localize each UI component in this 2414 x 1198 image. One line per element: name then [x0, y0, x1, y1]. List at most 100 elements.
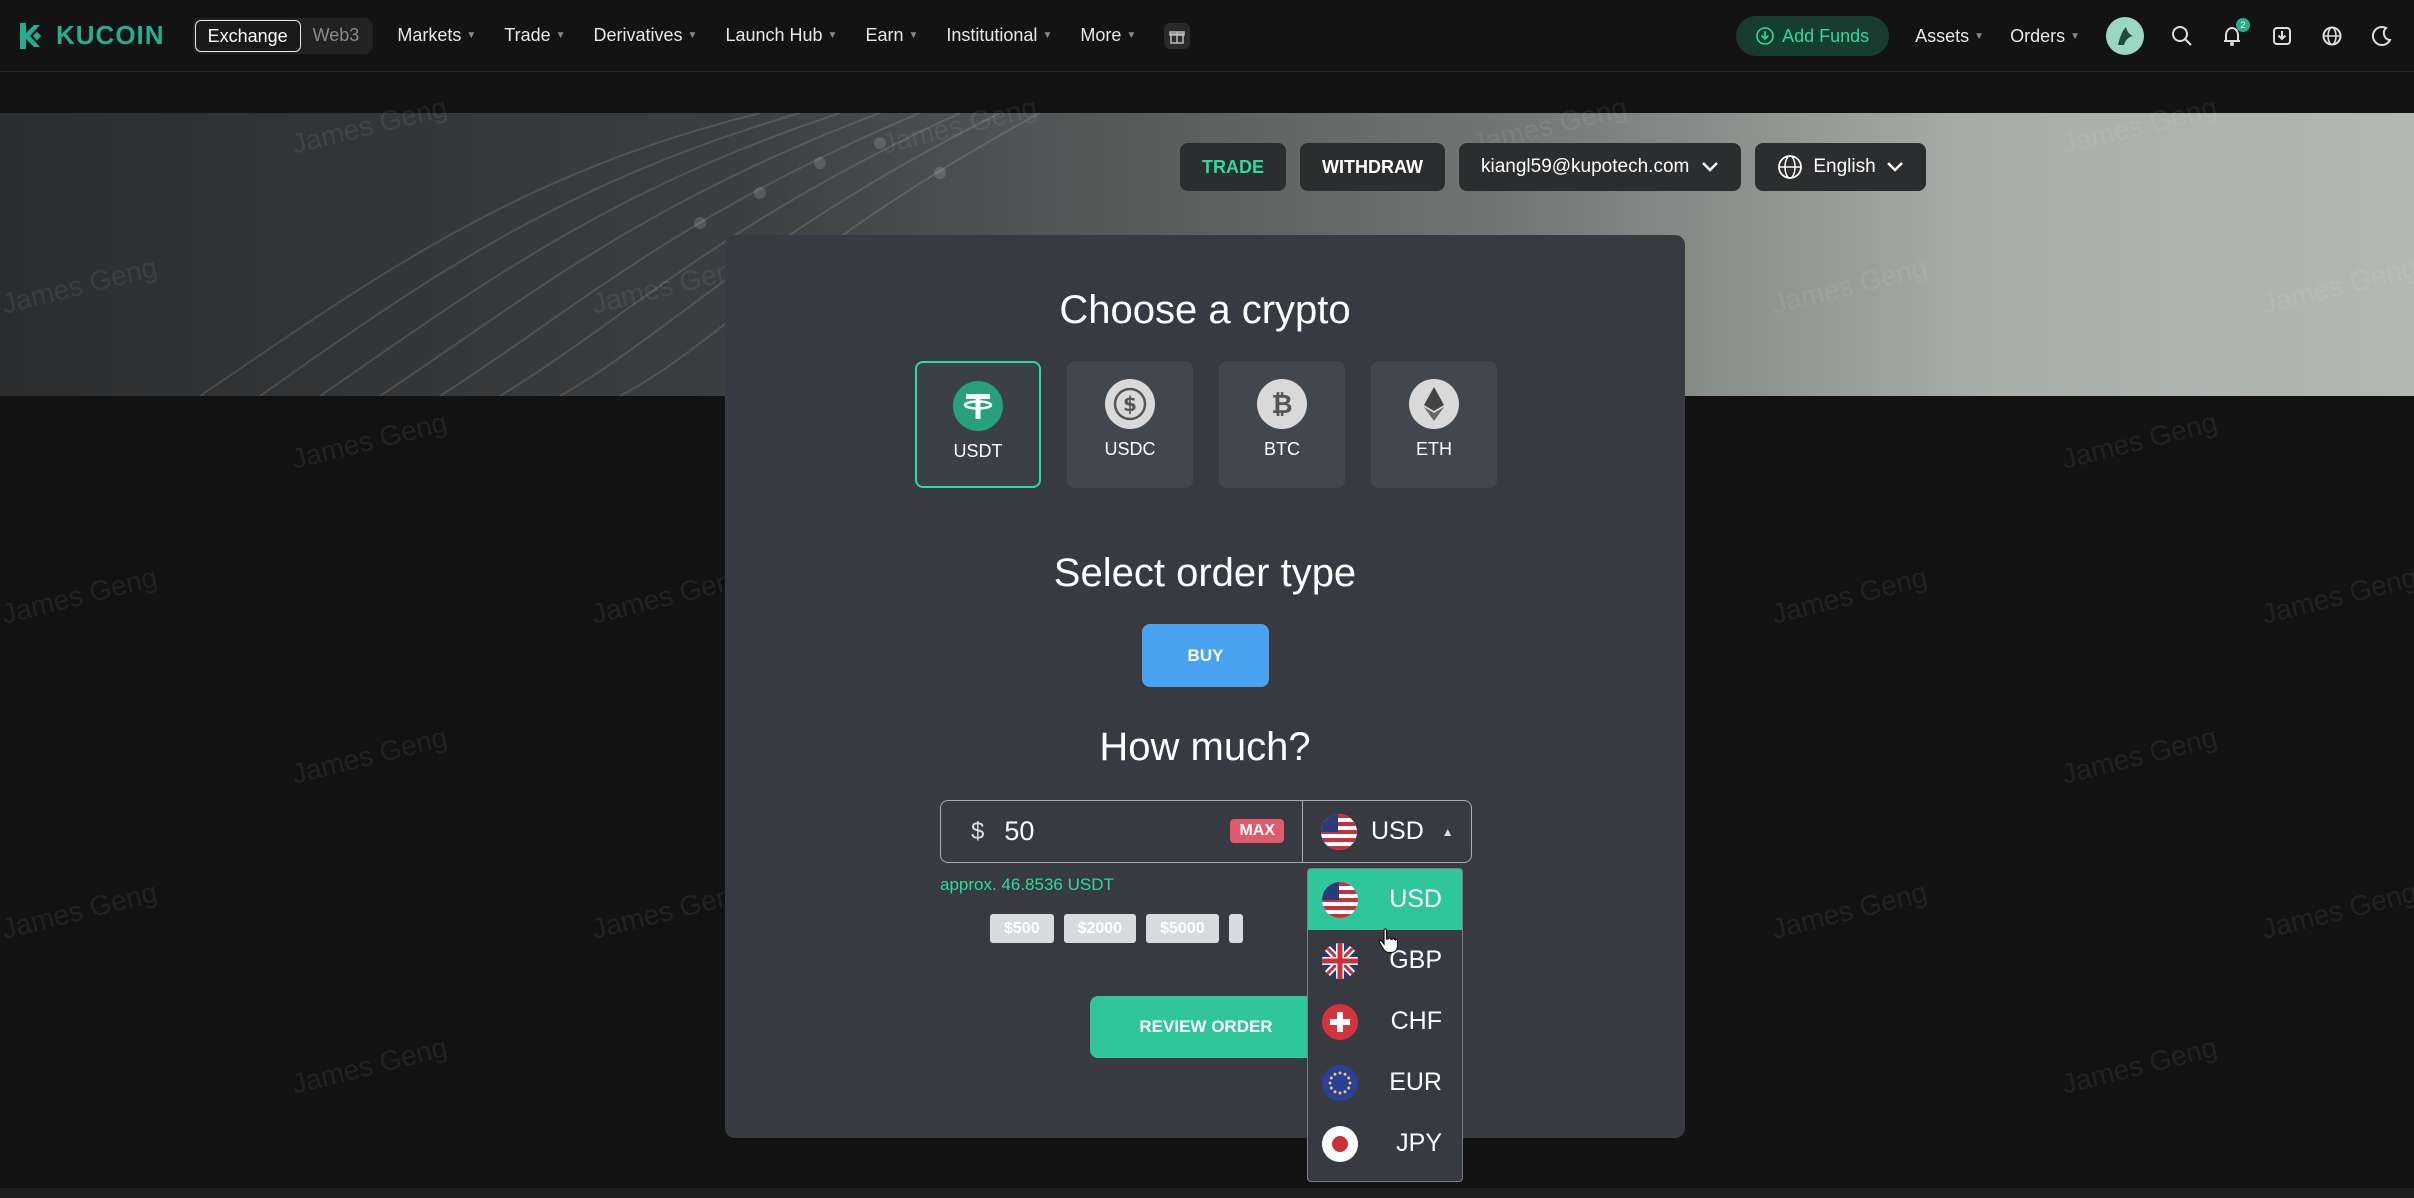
watermark: James Geng	[1768, 561, 1931, 630]
amount-input-group: $ 50 MAX USD ▲	[940, 800, 1472, 863]
nav-more[interactable]: More ▼	[1080, 25, 1136, 46]
amount-value: 50	[1004, 816, 1035, 846]
coin-option-eth[interactable]: ETH	[1371, 361, 1497, 488]
watermark: James Geng	[2058, 406, 2221, 475]
search-icon[interactable]	[2170, 24, 2194, 48]
gift-icon[interactable]	[1164, 22, 1191, 49]
bell-icon[interactable]: 2	[2220, 18, 2250, 48]
coin-label: USDC	[1104, 439, 1156, 459]
coin-label: BTC	[1264, 439, 1300, 459]
currency-option-jpy[interactable]: JPY	[1308, 1113, 1462, 1174]
nav-links: Markets ▼ Trade ▼ Derivatives ▼ Launch Hub ▼…	[397, 22, 1191, 49]
kucoin-logo[interactable]: KUCOIN	[14, 19, 165, 53]
quick-amount-5000[interactable]: $5000	[1146, 914, 1219, 943]
currency-option-usd[interactable]: USD	[1308, 869, 1462, 930]
account-email-dropdown[interactable]: kiangl59@kupotech.com	[1458, 143, 1742, 191]
download-icon	[1756, 27, 1774, 45]
nav-derivatives[interactable]: Derivatives ▼	[594, 25, 698, 46]
currency-option-label: USD	[1389, 885, 1442, 913]
watermark: James Geng	[1768, 876, 1931, 945]
moon-icon[interactable]	[2370, 24, 2394, 48]
add-funds-label: Add Funds	[1782, 25, 1870, 46]
buy-button[interactable]: BUY	[1142, 624, 1269, 687]
top-actions: TRADE WITHDRAW kiangl59@kupotech.com Eng…	[1180, 143, 1926, 191]
btc-icon: ₿	[1257, 379, 1307, 429]
coin-label: ETH	[1416, 439, 1452, 459]
swiss-flag-icon	[1322, 1003, 1358, 1040]
nav-assets-label: Assets	[1915, 25, 1970, 46]
kucoin-logo-icon	[20, 22, 42, 49]
watermark: James Geng	[2258, 561, 2414, 630]
nav-launch-hub-label: Launch Hub	[725, 25, 823, 45]
amount-input[interactable]: $ 50 MAX	[941, 801, 1303, 862]
uk-flag-icon	[1322, 942, 1358, 979]
quick-amount-hidden[interactable]	[1228, 914, 1243, 943]
quick-amount-2000[interactable]: $2000	[1063, 914, 1137, 943]
nav-right: Add Funds Assets ▼ Orders ▼ 2	[1736, 0, 2394, 72]
chevron-down-icon: ▼	[2070, 30, 2080, 42]
globe-icon[interactable]	[2320, 24, 2344, 48]
quick-amount-500[interactable]: $500	[990, 914, 1054, 943]
watermark: James Geng	[0, 876, 161, 945]
exchange-web3-switch: Exchange Web3	[192, 17, 374, 54]
avatar[interactable]	[2106, 17, 2144, 55]
app-download-icon[interactable]	[2270, 24, 2294, 48]
nav-orders[interactable]: Orders ▼	[2010, 26, 2080, 47]
japan-flag-icon	[1322, 1125, 1358, 1162]
currency-option-chf[interactable]: CHF	[1308, 991, 1462, 1052]
notification-badge: 2	[2236, 18, 2250, 32]
trade-button[interactable]: TRADE	[1180, 143, 1286, 191]
usdt-icon	[953, 381, 1003, 431]
nav-launch-hub[interactable]: Launch Hub ▼	[725, 25, 837, 46]
nav-trade[interactable]: Trade ▼	[504, 25, 565, 46]
nav-derivatives-label: Derivatives	[593, 25, 683, 45]
watermark: James Geng	[0, 561, 161, 630]
language-dropdown[interactable]: English	[1755, 143, 1926, 191]
chevron-down-icon	[1886, 162, 1903, 172]
chevron-down-icon: ▼	[466, 30, 477, 41]
how-much-title: How much?	[1099, 725, 1311, 769]
watermark: James Geng	[2058, 721, 2221, 790]
order-type-title: Select order type	[1053, 551, 1357, 595]
chevron-down-icon: ▼	[1974, 30, 1985, 42]
nav-institutional[interactable]: Institutional ▼	[946, 25, 1052, 46]
top-nav: KUCOIN Exchange Web3 Markets ▼ Trade ▼ Der…	[0, 0, 2414, 72]
add-funds-button[interactable]: Add Funds	[1736, 16, 1890, 56]
us-flag-icon	[1321, 813, 1357, 850]
max-button[interactable]: MAX	[1230, 819, 1284, 843]
watermark: James Geng	[288, 406, 451, 475]
us-flag-icon	[1322, 881, 1358, 918]
account-email: kiangl59@kupotech.com	[1480, 156, 1690, 177]
segment-web3[interactable]: Web3	[301, 20, 372, 52]
nav-assets[interactable]: Assets ▼	[1915, 26, 1984, 47]
watermark: James Geng	[288, 1031, 451, 1100]
coin-option-usdc[interactable]: $ USDC	[1067, 361, 1193, 488]
currency-option-label: CHF	[1390, 1007, 1442, 1035]
withdraw-button[interactable]: WITHDRAW	[1300, 143, 1445, 191]
nav-earn[interactable]: Earn ▼	[865, 25, 918, 46]
selected-currency: USD	[1371, 817, 1424, 845]
eu-flag-icon	[1322, 1064, 1358, 1101]
chevron-down-icon: ▼	[555, 30, 566, 41]
bottom-strip	[0, 1188, 2414, 1198]
currency-symbol: $	[971, 817, 985, 845]
chevron-down-icon: ▼	[1126, 30, 1137, 41]
eth-icon	[1409, 379, 1459, 429]
currency-dropdown: USD GBP CHF EUR JPY	[1307, 868, 1463, 1182]
buy-crypto-card: Choose a crypto USDT $ USDC ₿ BTC ETH Se…	[725, 235, 1685, 1138]
chevron-down-icon: ▼	[827, 30, 838, 41]
coin-option-usdt[interactable]: USDT	[915, 361, 1041, 488]
caret-up-icon: ▲	[1441, 824, 1454, 839]
review-order-button[interactable]: REVIEW ORDER	[1090, 996, 1322, 1058]
nav-institutional-label: Institutional	[946, 25, 1038, 45]
currency-option-eur[interactable]: EUR	[1308, 1052, 1462, 1113]
currency-select[interactable]: USD ▲	[1303, 801, 1471, 862]
coin-option-btc[interactable]: ₿ BTC	[1219, 361, 1345, 488]
watermark: James Geng	[288, 721, 451, 790]
segment-exchange[interactable]: Exchange	[194, 19, 301, 52]
nav-more-label: More	[1080, 25, 1122, 45]
choose-crypto-title: Choose a crypto	[1059, 288, 1351, 332]
crypto-options: USDT $ USDC ₿ BTC ETH	[915, 361, 1497, 488]
nav-markets-label: Markets	[397, 25, 462, 45]
nav-markets[interactable]: Markets ▼	[397, 25, 476, 46]
